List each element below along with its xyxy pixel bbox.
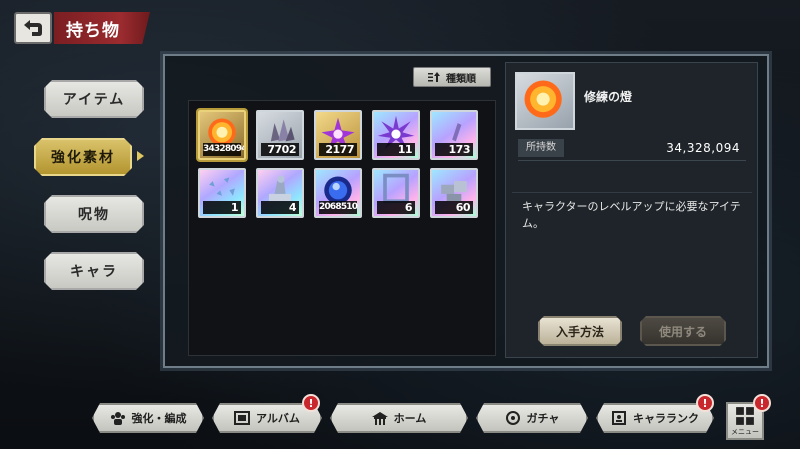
tab-cursed-objects-label: 呪物: [78, 207, 110, 223]
nav-label: キャラランク: [633, 412, 699, 425]
party-icon: [110, 411, 126, 425]
item-slot-selected[interactable]: 34328094: [198, 110, 246, 160]
nav-label: ガチャ: [526, 412, 560, 425]
home-icon: [372, 411, 388, 425]
active-tab-arrow-icon: [137, 151, 144, 161]
item-slot[interactable]: 60: [430, 168, 478, 218]
tab-items-label: アイテム: [62, 92, 126, 108]
item-slot[interactable]: 1: [198, 168, 246, 218]
tab-characters-label: キャラ: [70, 264, 118, 280]
alert-badge: !: [753, 394, 771, 412]
alert-badge: !: [302, 394, 320, 412]
item-count: 11: [377, 143, 415, 156]
character-rank-icon: [611, 411, 627, 425]
acquire-method-label: 入手方法: [555, 324, 604, 339]
page-title: 持ち物: [66, 20, 120, 41]
item-count: 2068510: [319, 201, 358, 214]
acquire-method-button[interactable]: 入手方法: [538, 316, 622, 346]
item-count: 2177: [319, 143, 357, 156]
tab-characters[interactable]: キャラ: [44, 252, 144, 290]
tab-cursed-objects[interactable]: 呪物: [44, 195, 144, 233]
use-label: 使用する: [658, 324, 707, 339]
item-count: 4: [261, 201, 299, 214]
item-count: 60: [435, 201, 473, 214]
orange-flame-orb-icon: [524, 80, 562, 118]
item-count: 173: [435, 143, 473, 156]
item-slot[interactable]: 11: [372, 110, 420, 160]
nav-gacha[interactable]: ガチャ: [476, 403, 588, 433]
owned-value: 34,328,094: [666, 141, 740, 155]
detail-item-name: 修練の燈: [584, 90, 633, 104]
nav-label: ホーム: [393, 412, 427, 425]
detail-description: キャラクターのレベルアップに必要なアイテム。: [522, 200, 741, 230]
use-button[interactable]: 使用する: [640, 316, 726, 346]
tab-items[interactable]: アイテム: [44, 80, 144, 118]
grid-menu-icon: [736, 406, 754, 425]
item-slot[interactable]: 6: [372, 168, 420, 218]
nav-enhance-formation[interactable]: 強化・編成: [92, 403, 204, 433]
divider: [518, 160, 746, 161]
nav-home[interactable]: ホーム: [330, 403, 468, 433]
alert-badge: !: [696, 394, 714, 412]
sort-button[interactable]: 種類順: [413, 67, 491, 87]
item-slot[interactable]: 2068510: [314, 168, 362, 218]
item-count: 1: [203, 201, 241, 214]
menu-label: メニュー: [731, 427, 759, 436]
back-button[interactable]: [14, 12, 52, 44]
item-count: 7702: [261, 143, 299, 156]
item-slot[interactable]: 173: [430, 110, 478, 160]
item-count: 6: [377, 201, 415, 214]
gacha-icon: [505, 411, 521, 425]
divider: [512, 192, 752, 193]
tab-enhance-materials[interactable]: 強化素材: [34, 138, 132, 176]
page-title-banner: 持ち物: [54, 12, 150, 44]
nav-label: アルバム: [256, 412, 300, 425]
item-count: 34328094: [203, 143, 246, 156]
owned-label: 所持数: [518, 139, 564, 157]
tab-enhance-materials-label: 強化素材: [51, 150, 115, 166]
nav-label: 強化・編成: [131, 412, 187, 425]
item-slot[interactable]: 4: [256, 168, 304, 218]
detail-item-icon-frame: [515, 72, 575, 130]
back-arrow-icon: [24, 20, 42, 36]
sort-label: 種類順: [446, 73, 476, 85]
sort-icon: [428, 72, 440, 82]
item-slot[interactable]: 7702: [256, 110, 304, 160]
item-slot[interactable]: 2177: [314, 110, 362, 160]
owned-count-row: 所持数 34,328,094: [518, 138, 746, 158]
album-icon: [234, 411, 250, 425]
